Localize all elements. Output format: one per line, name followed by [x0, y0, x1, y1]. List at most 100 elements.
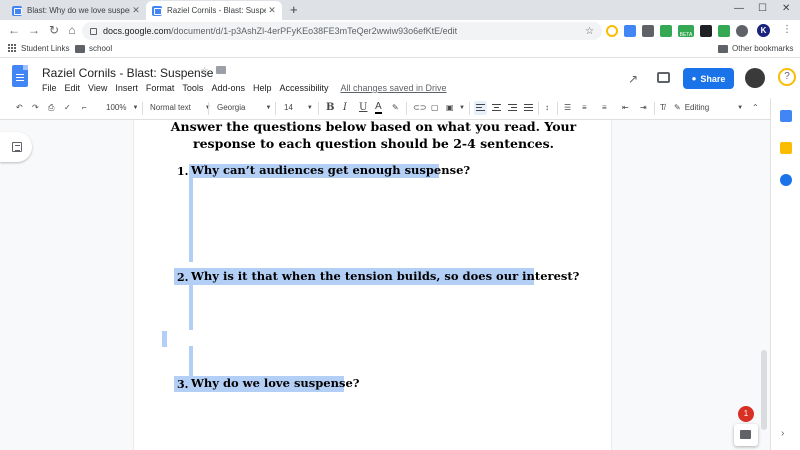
print-icon[interactable]: ⎙	[48, 103, 54, 113]
justify-icon[interactable]	[524, 104, 533, 112]
collapse-toolbar-icon[interactable]: ⌃	[752, 103, 759, 112]
mode-select[interactable]: ✎ Editing ▼	[674, 103, 743, 112]
document-outline-button[interactable]	[0, 132, 32, 162]
menu-help[interactable]: Help	[253, 83, 272, 93]
align-right-icon[interactable]	[508, 104, 517, 112]
user-avatar[interactable]	[745, 68, 765, 88]
font-select[interactable]: Georgia ▼	[217, 103, 271, 112]
increase-indent-icon[interactable]: ⇥	[640, 103, 647, 112]
docs-header: Raziel Cornils - Blast: Suspense ☆ File …	[0, 58, 800, 98]
document-title[interactable]: Raziel Cornils - Blast: Suspense	[42, 66, 213, 80]
zoom-select[interactable]: 100% ▼	[106, 103, 138, 112]
forward-icon[interactable]: →	[26, 23, 42, 37]
extension-icon[interactable]	[700, 25, 712, 37]
maximize-icon[interactable]: ☐	[758, 3, 767, 14]
caret-down-icon[interactable]: ▼	[459, 105, 465, 111]
caret-down-icon: ▼	[737, 104, 744, 111]
checklist-icon[interactable]: ☰	[564, 103, 571, 112]
screenshot-extension-icon[interactable]	[642, 25, 654, 37]
align-center-icon[interactable]	[492, 104, 501, 112]
help-icon[interactable]: ?	[778, 68, 796, 86]
sheets-extension-icon[interactable]	[660, 25, 672, 37]
highlight-icon[interactable]: ✎	[392, 103, 399, 112]
decrease-indent-icon[interactable]: ⇤	[622, 103, 629, 112]
activity-dashboard-icon[interactable]: ↗	[628, 72, 638, 86]
calendar-icon[interactable]	[780, 110, 792, 122]
menu-tools[interactable]: Tools	[182, 83, 203, 93]
address-bar[interactable]: docs.google.com/document/d/1-p3AshZl-4er…	[82, 22, 602, 40]
text-color-icon[interactable]: A	[375, 101, 382, 114]
clear-formatting-icon[interactable]: T̸	[660, 103, 665, 112]
translate-extension-icon[interactable]	[624, 25, 636, 37]
document-page[interactable]: Answer the questions below based on what…	[133, 119, 612, 450]
close-icon[interactable]: ✕	[130, 5, 142, 16]
bold-icon[interactable]: B	[326, 102, 334, 113]
comment-icon[interactable]	[657, 72, 670, 83]
move-folder-icon[interactable]	[215, 66, 226, 74]
tasks-icon[interactable]	[780, 174, 792, 186]
explore-button[interactable]	[734, 424, 758, 446]
style-select[interactable]: Normal text▼	[150, 103, 211, 112]
question-3-number: 3.	[177, 378, 189, 391]
window-close-icon[interactable]: ✕	[782, 3, 790, 14]
italic-icon[interactable]: I	[343, 102, 347, 113]
bulleted-list-icon[interactable]: ≡	[582, 103, 587, 112]
selection-highlight	[162, 331, 167, 347]
beta-extension-icon[interactable]: BETA	[678, 25, 694, 38]
close-icon[interactable]: ✕	[266, 5, 278, 16]
reload-icon[interactable]: ↻	[46, 23, 62, 37]
folder-icon	[718, 44, 728, 53]
docs-home-icon[interactable]	[12, 65, 28, 87]
menu-view[interactable]: View	[88, 83, 107, 93]
menu-format[interactable]: Format	[146, 83, 175, 93]
star-icon[interactable]: ☆	[200, 66, 209, 77]
chrome-extension-icon[interactable]	[606, 25, 618, 37]
spellcheck-icon[interactable]: ✓	[64, 103, 71, 112]
google-classroom-icon	[12, 5, 22, 16]
menu-addons[interactable]: Add-ons	[211, 83, 245, 93]
paint-format-icon[interactable]: ⌐	[82, 103, 87, 112]
font-size-value: 14	[284, 103, 293, 112]
menu-insert[interactable]: Insert	[115, 83, 138, 93]
question-2-text: Why is it that when the tension builds, …	[191, 269, 580, 283]
new-tab-button[interactable]: +	[290, 2, 298, 17]
other-bookmarks[interactable]: Other bookmarks	[718, 44, 793, 53]
selection-highlight	[189, 178, 193, 262]
chevron-right-icon[interactable]: ›	[781, 428, 784, 439]
document-canvas[interactable]: Answer the questions below based on what…	[0, 119, 770, 450]
save-status[interactable]: All changes saved in Drive	[341, 83, 447, 93]
minimize-icon[interactable]: —	[734, 3, 744, 14]
undo-icon[interactable]: ↶	[16, 103, 23, 112]
menu-file[interactable]: File	[42, 83, 57, 93]
divider	[142, 102, 143, 115]
numbered-list-icon[interactable]: ≡	[602, 103, 607, 112]
vertical-scrollbar[interactable]	[761, 350, 767, 430]
more-menu-icon[interactable]: ⋮	[782, 24, 792, 35]
home-icon[interactable]: ⌂	[64, 23, 80, 37]
profile-avatar[interactable]: K	[757, 24, 770, 37]
insert-comment-icon[interactable]: ▢	[431, 103, 439, 112]
menu-accessibility[interactable]: Accessibility	[279, 83, 328, 93]
keep-icon[interactable]	[780, 142, 792, 154]
bookmark-school[interactable]: school	[75, 44, 112, 53]
extensions-puzzle-icon[interactable]	[736, 25, 748, 37]
menu-bar: File Edit View Insert Format Tools Add-o…	[42, 83, 447, 93]
tab-docs[interactable]: Raziel Cornils - Blast: Suspense ✕	[146, 1, 282, 20]
link-icon[interactable]: ⊂⊃	[413, 103, 426, 112]
selection-highlight	[189, 346, 193, 376]
divider	[654, 102, 655, 115]
font-size-select[interactable]: 14 ▼	[284, 103, 313, 112]
share-button[interactable]: ● Share	[683, 68, 734, 89]
insert-image-icon[interactable]: ▣	[446, 103, 454, 112]
drive-extension-icon[interactable]	[718, 25, 730, 37]
line-spacing-icon[interactable]: ↕	[545, 103, 549, 112]
divider	[318, 102, 319, 115]
redo-icon[interactable]: ↷	[32, 103, 39, 112]
bookmark-star-icon[interactable]: ☆	[585, 26, 594, 37]
tab-title: Blast: Why do we love suspense?	[27, 6, 130, 15]
menu-edit[interactable]: Edit	[65, 83, 81, 93]
underline-icon[interactable]: U	[359, 102, 367, 113]
tab-classroom[interactable]: Blast: Why do we love suspense? ✕	[6, 1, 146, 20]
back-icon[interactable]: ←	[6, 23, 22, 37]
bookmark-student-links[interactable]: Student Links	[8, 44, 69, 53]
